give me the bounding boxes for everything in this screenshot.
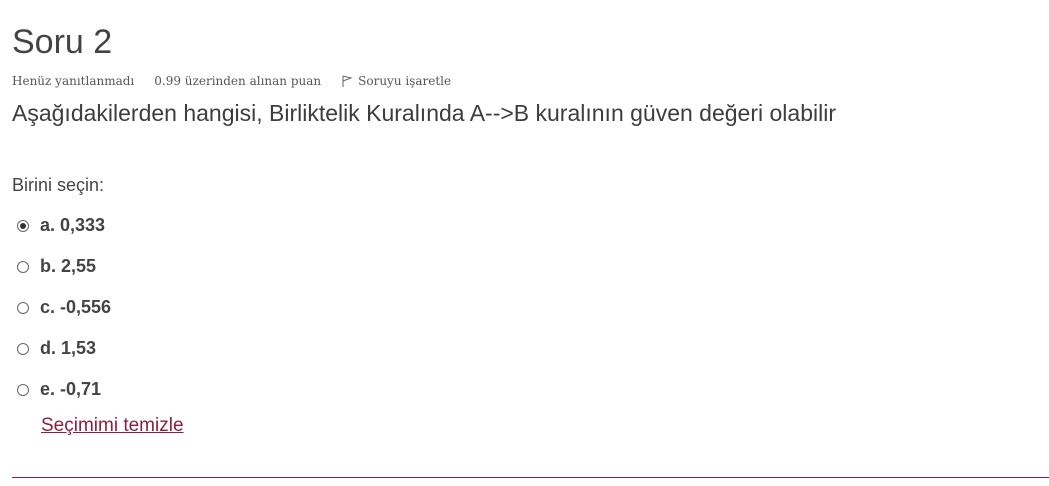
answer-option-c[interactable]: c. -0,556 <box>12 287 111 328</box>
flag-question-button[interactable]: Soruyu işaretle <box>341 73 451 89</box>
question-info: Henüz yanıtlanmadı 0.99 üzerinden alınan… <box>12 73 451 89</box>
answer-radio-e[interactable] <box>17 383 29 396</box>
answer-option-b[interactable]: b. 2,55 <box>12 246 111 287</box>
question-container: Soru 2 Henüz yanıtlanmadı 0.99 üzerinden… <box>12 0 1049 486</box>
answer-radio-c[interactable] <box>17 301 29 314</box>
answer-list: a. 0,333 b. 2,55 c. -0,556 d. 1,53 e. -0… <box>12 205 111 410</box>
clear-selection-link[interactable]: Seçimimi temizle <box>41 415 184 437</box>
divider <box>12 477 1049 478</box>
flag-icon <box>341 74 353 88</box>
answer-radio-d[interactable] <box>17 342 29 355</box>
question-grade: 0.99 üzerinden alınan puan <box>154 74 322 88</box>
flag-question-label: Soruyu işaretle <box>358 74 452 88</box>
answer-label-c[interactable]: c. -0,556 <box>40 297 111 318</box>
answer-radio-a[interactable] <box>17 219 29 232</box>
answer-option-a[interactable]: a. 0,333 <box>12 205 111 246</box>
answer-option-d[interactable]: d. 1,53 <box>12 328 111 369</box>
answer-prompt: Birini seçin: <box>12 175 105 195</box>
answer-label-b[interactable]: b. 2,55 <box>40 256 96 277</box>
answer-option-e[interactable]: e. -0,71 <box>12 369 111 410</box>
question-title: Soru 2 <box>12 23 113 61</box>
question-text: Aşağıdakilerden hangisi, Birliktelik Kur… <box>12 100 836 126</box>
answer-radio-b[interactable] <box>17 260 29 273</box>
answer-label-e[interactable]: e. -0,71 <box>40 379 101 400</box>
question-state: Henüz yanıtlanmadı <box>12 74 135 88</box>
answer-label-a[interactable]: a. 0,333 <box>40 215 105 236</box>
answer-label-d[interactable]: d. 1,53 <box>40 338 96 359</box>
